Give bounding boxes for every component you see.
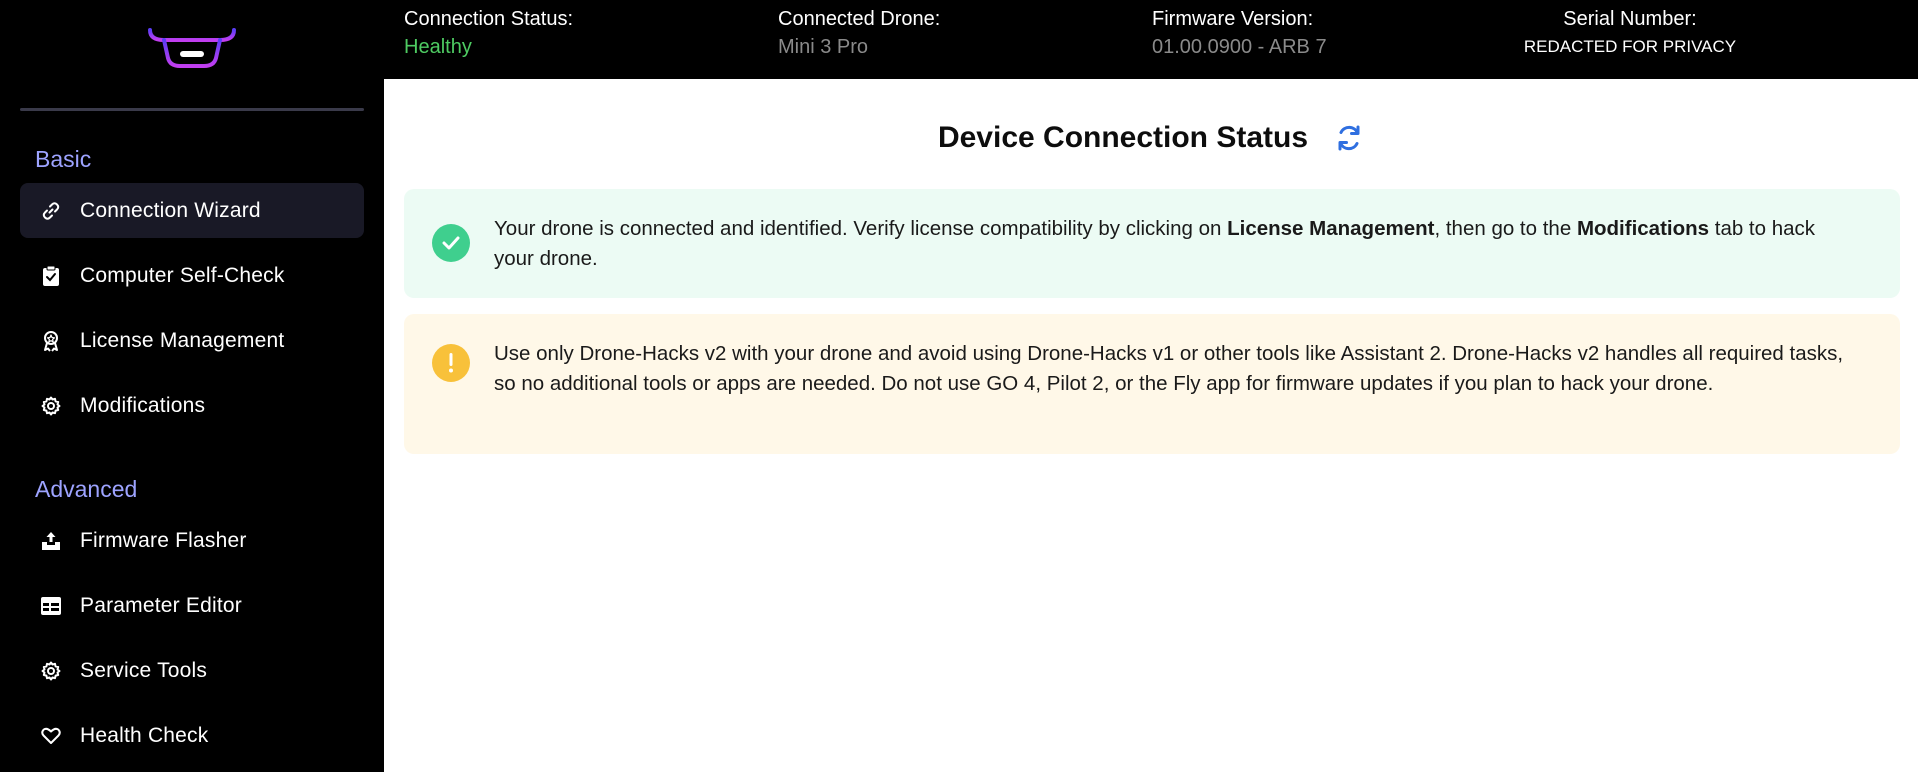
clipboard-check-icon [40, 265, 62, 287]
drone-logo-icon [128, 14, 256, 82]
sidebar-item-service-tools[interactable]: Service Tools [20, 643, 364, 698]
sidebar-item-label: Modifications [80, 393, 206, 417]
connected-drone: Connected Drone: Mini 3 Pro [778, 6, 940, 62]
success-alert-text-part: Your drone is connected and identified. … [494, 217, 1228, 240]
page-title: Device Connection Status [937, 121, 1309, 154]
sidebar-item-label: Health Check [80, 723, 209, 747]
firmware-version: Firmware Version: 01.00.0900 - ARB 7 [1152, 6, 1327, 62]
connection-status-label: Connection Status: [404, 8, 573, 30]
connection-status: Connection Status: Healthy [404, 6, 573, 62]
sidebar-item-label: Firmware Flasher [80, 528, 247, 552]
gear-icon [40, 660, 62, 682]
connected-drone-label: Connected Drone: [778, 8, 941, 30]
success-alert-text: Your drone is connected and identified. … [494, 214, 1860, 274]
serial-number-value: REDACTED FOR PRIVACY [1523, 37, 1737, 56]
sidebar-item-computer-self-check[interactable]: Computer Self-Check [20, 248, 364, 303]
gear-icon [40, 395, 62, 417]
license-management-emphasis: License Management [1227, 217, 1435, 240]
sidebar-item-firmware-flasher[interactable]: Firmware Flasher [20, 513, 364, 568]
sidebar-item-parameter-editor[interactable]: Parameter Editor [20, 578, 364, 633]
refresh-icon[interactable] [1334, 123, 1364, 153]
heart-icon [40, 725, 62, 747]
upload-tray-icon [40, 530, 62, 552]
sidebar-item-license-management[interactable]: License Management [20, 313, 364, 368]
connected-drone-value: Mini 3 Pro [778, 36, 869, 58]
success-alert-text-part: , then go to the [1434, 217, 1577, 240]
status-bar: Connection Status: Healthy Connected Dro… [384, 0, 1918, 79]
sidebar-item-label: Service Tools [80, 658, 208, 682]
connection-status-value: Healthy [404, 36, 472, 58]
firmware-version-value: 01.00.0900 - ARB 7 [1152, 36, 1327, 58]
serial-number: Serial Number: REDACTED FOR PRIVACY [1504, 6, 1756, 62]
section-label-advanced: Advanced [35, 476, 138, 502]
sidebar-item-label: License Management [80, 328, 285, 352]
sidebar-item-health-check[interactable]: Health Check [20, 708, 364, 763]
sidebar-item-modifications[interactable]: Modifications [20, 378, 364, 433]
success-alert: Your drone is connected and identified. … [404, 189, 1900, 298]
link-icon [40, 200, 62, 222]
modifications-emphasis: Modifications [1576, 217, 1710, 240]
firmware-version-label: Firmware Version: [1152, 8, 1314, 30]
check-circle-icon [432, 224, 470, 262]
sidebar-item-connection-wizard[interactable]: Connection Wizard [20, 183, 364, 238]
sidebar-divider [20, 108, 364, 111]
table-icon [40, 595, 62, 617]
section-label-basic: Basic [35, 146, 92, 172]
serial-number-label: Serial Number: [1563, 8, 1697, 30]
exclamation-circle-icon [432, 344, 470, 382]
page-header: Device Connection Status [384, 116, 1918, 160]
sidebar-item-label: Parameter Editor [80, 593, 242, 617]
sidebar: Basic Connection Wizard Computer Self-Ch… [0, 0, 384, 772]
warning-alert: Use only Drone-Hacks v2 with your drone … [404, 314, 1900, 454]
award-icon [40, 330, 62, 352]
warning-alert-text: Use only Drone-Hacks v2 with your drone … [494, 342, 1844, 395]
sidebar-item-label: Connection Wizard [80, 198, 261, 222]
sidebar-item-label: Computer Self-Check [80, 263, 285, 287]
